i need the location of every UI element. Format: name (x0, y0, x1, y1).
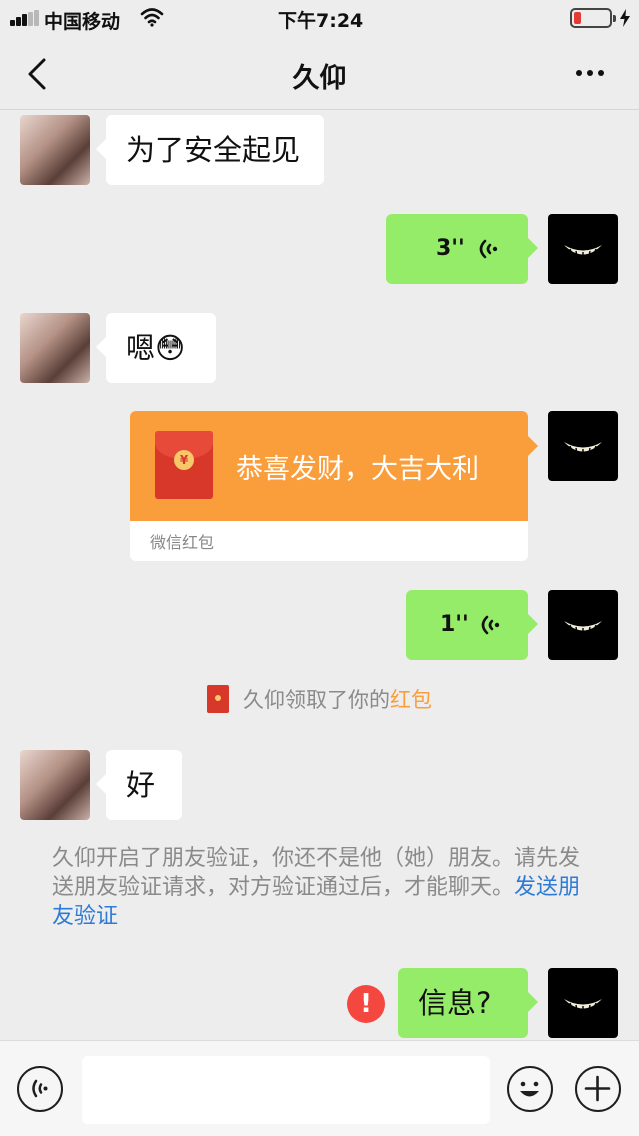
emoji-icon[interactable] (507, 1066, 553, 1112)
voice-message-bubble[interactable]: 3'' (386, 214, 538, 284)
red-packet-received-notice: 久仰领取了你的红包 (0, 684, 639, 714)
message-bubble[interactable]: 为了安全起见 (96, 115, 324, 185)
friend-verification-notice: 久仰开启了朋友验证，你还不是他（她）朋友。请先发送朋友验证请求，对方验证通过后，… (52, 846, 581, 929)
contact-avatar[interactable] (20, 115, 90, 185)
red-packet-link[interactable]: 红包 (390, 688, 432, 712)
message-bubble[interactable]: 好 (96, 750, 182, 820)
nav-bar: 久仰 (0, 40, 639, 110)
message-text: 信息? (418, 986, 492, 1020)
voice-wave-icon (481, 615, 500, 635)
my-avatar[interactable] (548, 590, 618, 660)
grin-avatar-icon (564, 621, 602, 634)
voice-message-bubble[interactable]: 1'' (406, 590, 538, 660)
input-bar (0, 1040, 639, 1136)
red-envelope-icon: ¥ (155, 431, 213, 499)
voice-wave-icon (479, 239, 498, 259)
red-packet-label: 微信红包 (150, 533, 215, 552)
message-text: 嗯😳 (126, 331, 186, 365)
voice-duration: 1'' (440, 612, 469, 637)
message-text: 好 (126, 768, 156, 802)
red-packet-greeting: 恭喜发财，大吉大利 (236, 454, 479, 485)
battery-icon (570, 8, 616, 28)
wifi-icon (140, 8, 164, 27)
signal-strength-icon (10, 10, 40, 26)
voice-mode-icon[interactable] (17, 1066, 63, 1112)
message-input[interactable] (82, 1056, 490, 1124)
status-time: 下午7:24 (278, 10, 364, 32)
my-avatar[interactable] (548, 968, 618, 1038)
send-failed-icon[interactable]: ! (347, 985, 385, 1023)
carrier-name: 中国移动 (44, 11, 121, 33)
grin-avatar-icon (564, 999, 602, 1012)
message-text: 为了安全起见 (126, 133, 301, 167)
message-bubble[interactable]: 嗯😳 (96, 313, 216, 383)
charging-icon (620, 9, 630, 27)
status-bar: 中国移动 下午7:24 (0, 0, 639, 40)
plus-icon[interactable] (575, 1066, 621, 1112)
my-avatar[interactable] (548, 214, 618, 284)
voice-duration: 3'' (436, 236, 465, 261)
message-bubble[interactable]: 信息? (398, 968, 538, 1038)
contact-avatar[interactable] (20, 750, 90, 820)
more-dots-icon[interactable] (570, 66, 610, 82)
grin-avatar-icon (564, 245, 602, 258)
contact-avatar[interactable] (20, 313, 90, 383)
red-packet-card[interactable]: ¥ 恭喜发财，大吉大利 微信红包 (130, 411, 528, 561)
grin-avatar-icon (564, 442, 602, 455)
chat-title: 久仰 (292, 63, 347, 94)
red-envelope-icon (207, 685, 229, 713)
my-avatar[interactable] (548, 411, 618, 481)
